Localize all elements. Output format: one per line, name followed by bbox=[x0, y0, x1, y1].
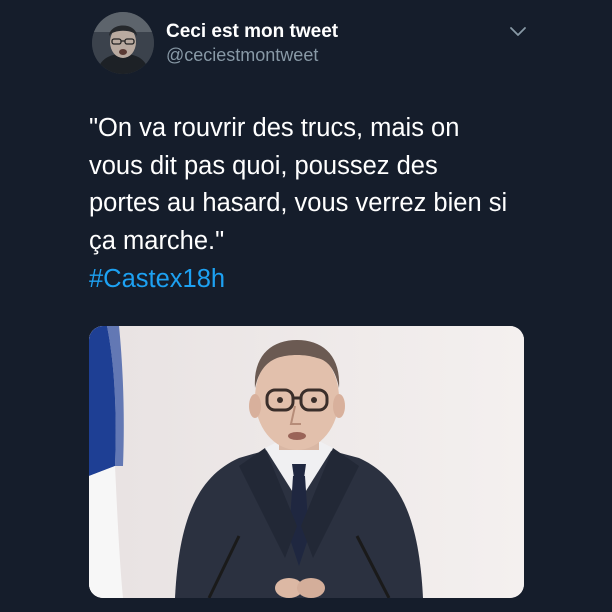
french-flag bbox=[89, 326, 124, 598]
author-display-name[interactable]: Ceci est mon tweet bbox=[166, 21, 338, 43]
author-handle[interactable]: @ceciestmontweet bbox=[166, 45, 318, 66]
avatar-photo bbox=[92, 12, 154, 74]
tweet-text-line: "On va rouvrir des trucs, mais on bbox=[89, 114, 460, 142]
tweet-media-photo[interactable] bbox=[89, 326, 524, 598]
tweet-text-line: vous dit pas quoi, poussez des bbox=[89, 151, 438, 180]
avatar[interactable] bbox=[92, 12, 154, 74]
tweet-text-line: portes au hasard, vous verrez bien si bbox=[89, 189, 508, 217]
chevron-down-icon bbox=[510, 27, 526, 36]
tweet-menu-button[interactable] bbox=[505, 22, 531, 42]
tweet-text: "On va rouvrir des trucs, mais on vous d… bbox=[89, 110, 559, 260]
tweet-text-line: ça marche." bbox=[89, 226, 225, 255]
tweet-card: Ceci est mon tweet @ceciestmontweet "On … bbox=[0, 0, 612, 612]
hashtag-link[interactable]: #Castex18h bbox=[89, 261, 225, 299]
speaker-photo bbox=[89, 326, 524, 598]
